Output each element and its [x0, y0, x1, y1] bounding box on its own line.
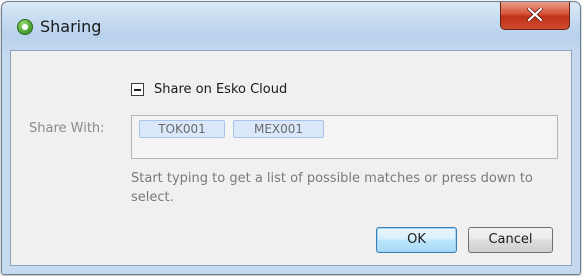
share-with-input[interactable]: TOK001 MEX001 [131, 115, 558, 159]
dialog-body: Share on Esko Cloud Share With: TOK001 M… [10, 50, 572, 266]
share-on-cloud-label[interactable]: Share on Esko Cloud [154, 82, 287, 97]
cancel-button[interactable]: Cancel [468, 227, 553, 253]
dialog-title: Sharing [40, 17, 102, 36]
share-on-cloud-checkbox[interactable] [131, 83, 144, 96]
title-bar[interactable]: Sharing [2, 2, 580, 50]
share-with-label: Share With: [29, 121, 105, 136]
share-with-hint: Start typing to get a list of possible m… [131, 171, 533, 205]
close-button[interactable] [500, 2, 570, 30]
recipient-token[interactable]: TOK001 [139, 120, 225, 138]
ok-button[interactable]: OK [376, 227, 457, 253]
app-icon [17, 19, 33, 35]
close-icon [527, 8, 543, 21]
recipient-token[interactable]: MEX001 [233, 120, 324, 138]
sharing-dialog: Sharing Share on Esko Cloud Share With: … [1, 1, 581, 275]
